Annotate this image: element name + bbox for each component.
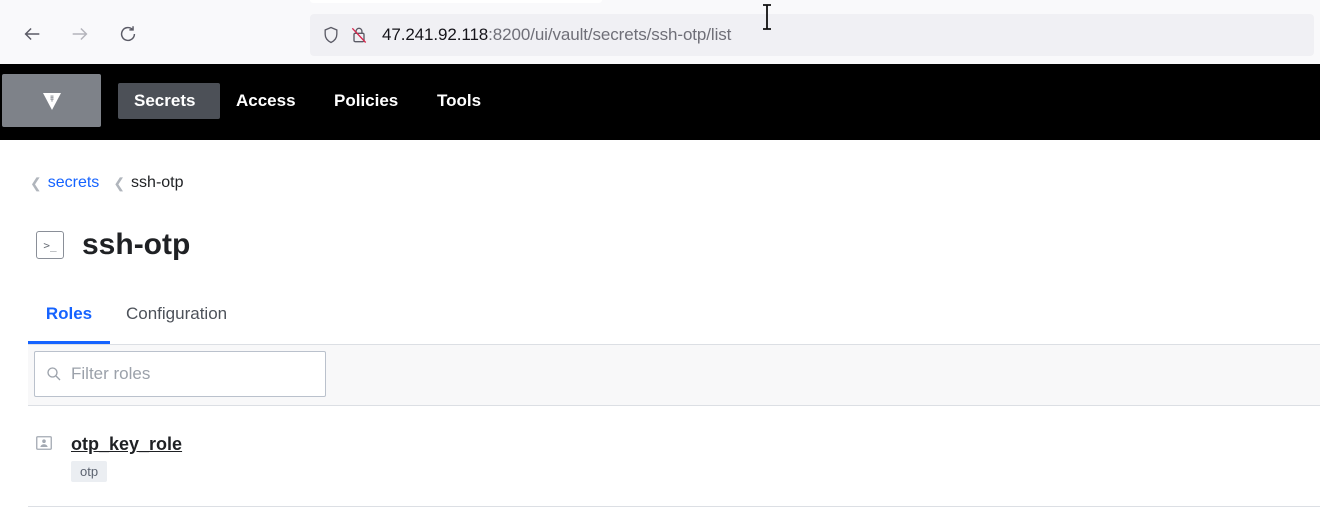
breadcrumb-secrets-link[interactable]: secrets xyxy=(48,174,100,192)
nav-tools[interactable]: Tools xyxy=(421,83,497,119)
chevron-left-icon: ❮ xyxy=(113,174,126,191)
page-header: >_ ssh-otp xyxy=(36,228,190,262)
url-path: :8200/ui/vault/secrets/ssh-otp/list xyxy=(488,25,732,44)
nav-secrets[interactable]: Secrets xyxy=(118,83,220,119)
back-arrow-icon[interactable] xyxy=(18,20,46,48)
role-type-badge: otp xyxy=(71,461,108,482)
shield-icon[interactable] xyxy=(320,24,342,46)
nav-policies[interactable]: Policies xyxy=(318,83,414,119)
role-icon xyxy=(36,436,52,450)
terminal-icon: >_ xyxy=(36,231,64,259)
insecure-lock-icon[interactable] xyxy=(348,24,370,46)
list-item[interactable]: otp_key_role otp xyxy=(28,406,1320,507)
filter-roles-input[interactable] xyxy=(69,363,303,385)
url-host: 47.241.92.118 xyxy=(382,25,489,44)
vault-triangle-icon xyxy=(42,92,61,110)
nav-access[interactable]: Access xyxy=(220,83,312,119)
address-bar[interactable]: 47.241.92.118:8200/ui/vault/secrets/ssh-… xyxy=(310,14,1314,56)
url-text[interactable]: 47.241.92.118:8200/ui/vault/secrets/ssh-… xyxy=(382,25,731,45)
breadcrumb-current[interactable]: ssh-otp xyxy=(131,174,183,192)
browser-toolbar: 47.241.92.118:8200/ui/vault/secrets/ssh-… xyxy=(0,0,1320,65)
role-name-link[interactable]: otp_key_role xyxy=(71,434,182,455)
tab-bar: Roles Configuration xyxy=(28,298,1320,345)
vault-logo[interactable] xyxy=(2,74,101,127)
active-tab-edge xyxy=(310,0,602,3)
filter-box[interactable] xyxy=(34,351,326,397)
tab-roles[interactable]: Roles xyxy=(28,298,110,344)
page-title: ssh-otp xyxy=(82,228,191,261)
forward-arrow-icon[interactable] xyxy=(66,20,94,48)
reload-icon[interactable] xyxy=(114,20,142,48)
search-icon xyxy=(47,367,61,381)
filter-toolbar xyxy=(28,345,1320,406)
tab-configuration[interactable]: Configuration xyxy=(126,298,227,344)
breadcrumb: ❮ secrets ❮ ssh-otp xyxy=(30,174,184,192)
chevron-left-icon: ❮ xyxy=(30,174,42,191)
text-cursor-icon xyxy=(763,4,771,30)
